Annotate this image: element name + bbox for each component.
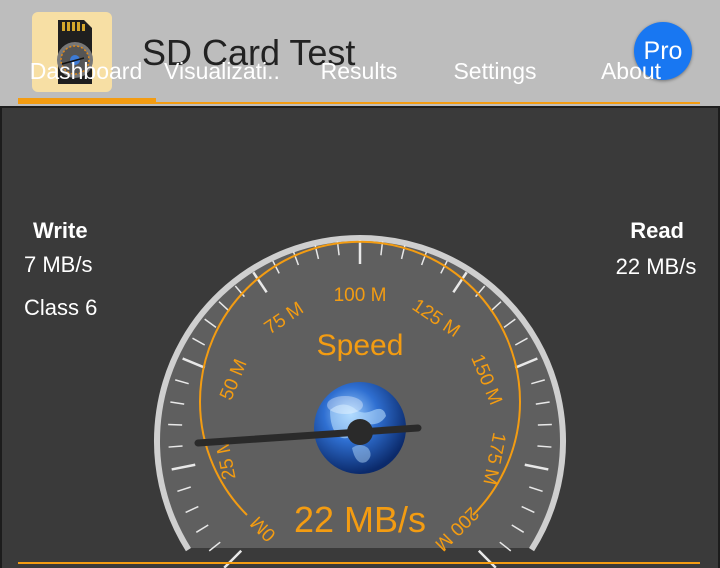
- tab-about[interactable]: About: [563, 40, 699, 102]
- tab-bar: Dashboard Visualizati.. Results Settings…: [18, 40, 700, 102]
- gauge-tick: [477, 549, 497, 568]
- sd-class-label: Class 6: [24, 295, 98, 320]
- tab-results[interactable]: Results: [291, 40, 427, 102]
- read-value: 22 MB/s: [615, 254, 697, 279]
- tab-settings[interactable]: Settings: [427, 40, 563, 102]
- tab-visualization[interactable]: Visualizati..: [154, 40, 290, 102]
- gauge-tick: [537, 423, 552, 426]
- gauge-reading: 22 MB/s: [294, 499, 426, 540]
- gauge-tick: [168, 423, 183, 426]
- tab-dashboard[interactable]: Dashboard: [18, 40, 154, 102]
- bottom-divider: [18, 562, 700, 564]
- tab-selected-indicator: [18, 98, 156, 103]
- read-label: Read: [630, 218, 684, 243]
- write-label: Write: [33, 218, 88, 243]
- gauge-title: Speed: [317, 329, 404, 362]
- gauge-tick: [223, 549, 243, 568]
- write-value: 7 MB/s: [24, 252, 93, 277]
- speed-gauge: 0M25 M50 M75 M100 M 125 M150 M175 M200 M …: [154, 235, 566, 568]
- gauge-tick-label: 100 M: [334, 285, 387, 306]
